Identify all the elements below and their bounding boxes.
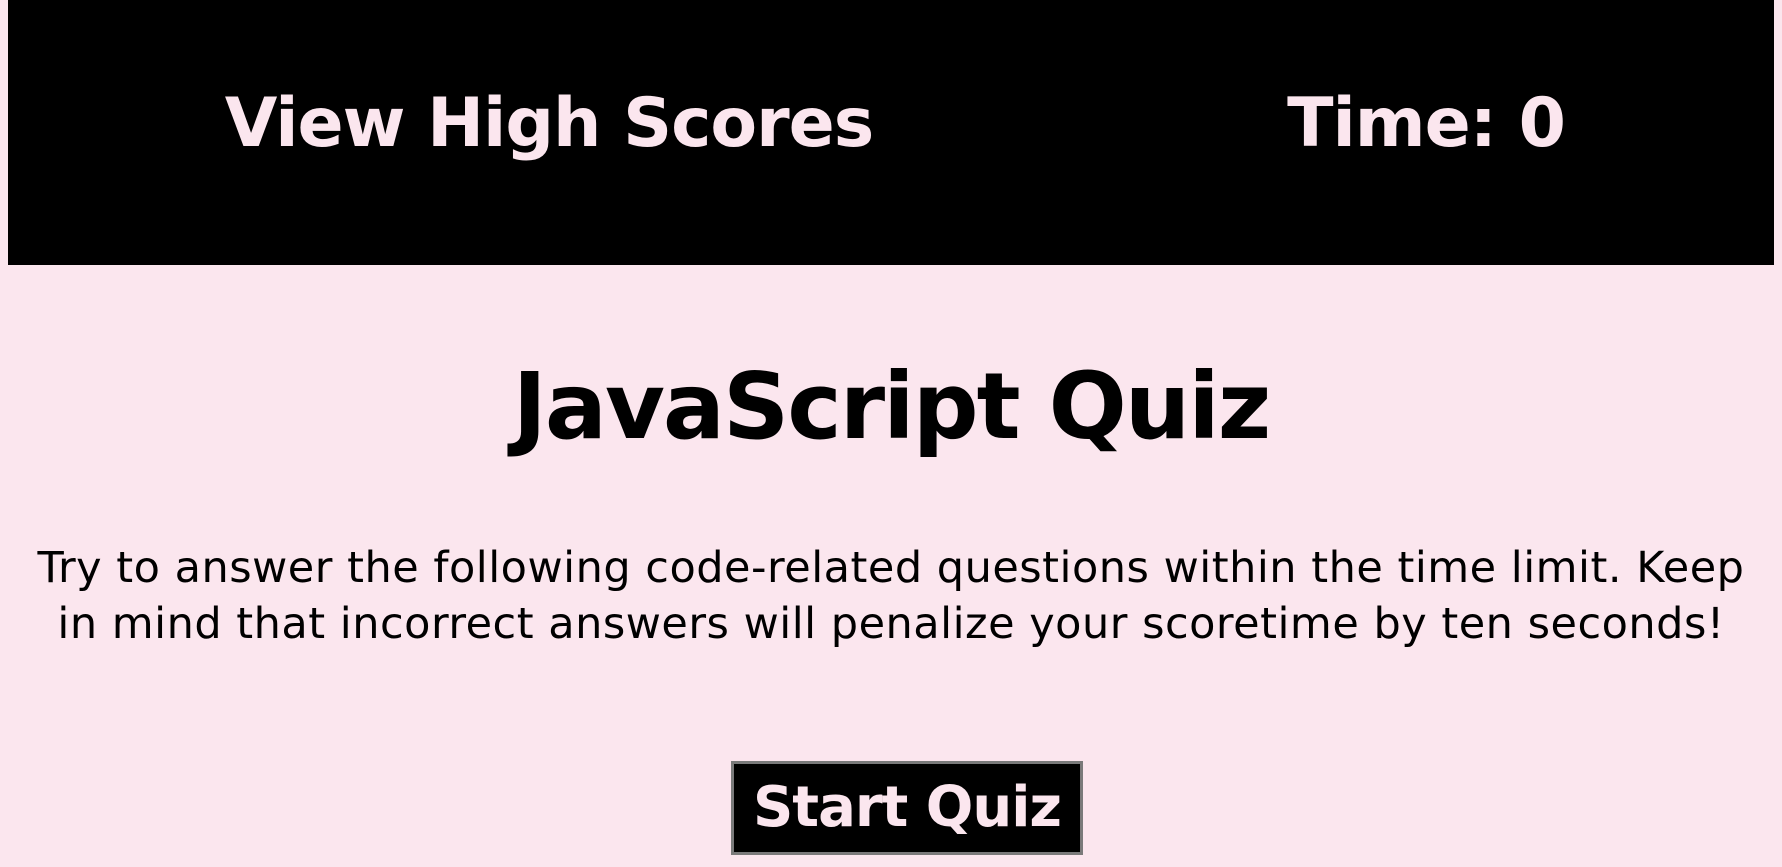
page-title: JavaScript Quiz [512, 353, 1272, 460]
view-high-scores-link[interactable]: View High Scores [8, 82, 1090, 166]
top-bar: View High Scores Time: 0 [8, 0, 1774, 265]
quiz-instructions: Try to answer the following code-related… [37, 543, 1745, 649]
start-quiz-button[interactable]: Start Quiz [731, 761, 1083, 855]
timer-display: Time: 0 [1287, 84, 1566, 163]
